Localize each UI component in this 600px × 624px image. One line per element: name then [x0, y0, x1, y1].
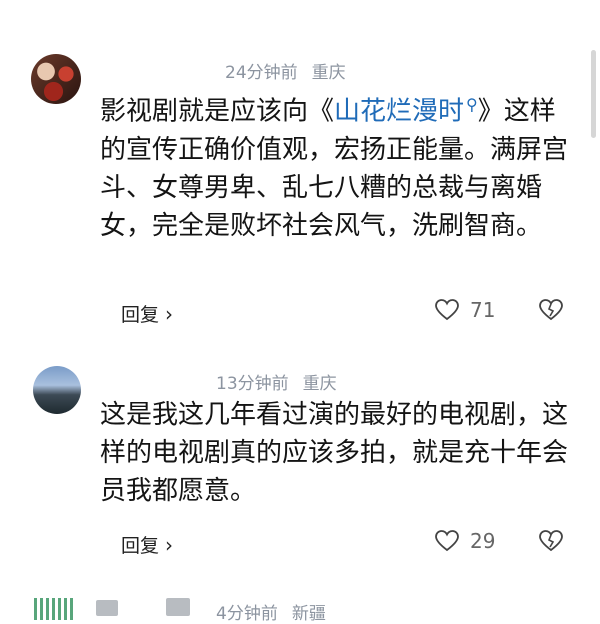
drama-link[interactable]: 山花烂漫时	[334, 97, 464, 127]
chevron-right-icon: ›	[165, 301, 174, 326]
broken-heart-icon	[539, 299, 563, 321]
reply-button[interactable]: 回复 ›	[121, 531, 173, 558]
comment-location: 新疆	[291, 604, 326, 624]
reply-label: 回复	[121, 535, 160, 557]
comment-location: 重庆	[302, 374, 337, 394]
comment-time: 24分钟前	[225, 63, 298, 83]
chevron-right-icon: ›	[165, 532, 174, 557]
comment-meta: 13分钟前 重庆	[216, 369, 337, 394]
comment-text: 影视剧就是应该向《山花烂漫时 ⚲》这样的宣传正确价值观，宏扬正能量。满屏宫斗、女尊…	[100, 86, 570, 245]
badge-icon	[96, 600, 118, 616]
like-button[interactable]: 71	[434, 298, 495, 322]
like-count: 29	[470, 529, 496, 553]
heart-icon	[435, 299, 459, 321]
comment-meta: 24分钟前 重庆	[225, 58, 346, 83]
comment-meta: 4分钟前 新疆	[216, 599, 326, 624]
avatar[interactable]	[33, 366, 81, 414]
broken-heart-icon	[539, 530, 563, 552]
comment-text: 这是我这几年看过演的最好的电视剧，这样的电视剧真的应该多拍，就是充十年会员我都愿…	[100, 400, 569, 506]
scrollbar[interactable]	[591, 50, 596, 138]
comment-time: 13分钟前	[216, 374, 289, 394]
search-icon: ⚲	[466, 95, 478, 114]
comment-time: 4分钟前	[216, 604, 278, 624]
avatar[interactable]	[31, 54, 81, 104]
reply-label: 回复	[121, 304, 160, 326]
avatar[interactable]	[34, 598, 76, 620]
like-button[interactable]: 29	[434, 529, 495, 553]
reply-button[interactable]: 回复 ›	[121, 300, 173, 327]
comment-location: 重庆	[311, 63, 346, 83]
dislike-button[interactable]	[538, 529, 564, 557]
heart-icon	[435, 530, 459, 552]
dislike-button[interactable]	[538, 298, 564, 326]
badge-icon	[166, 598, 190, 616]
comment-text-part: 影视剧就是应该向《	[100, 96, 335, 127]
like-count: 71	[470, 298, 496, 322]
